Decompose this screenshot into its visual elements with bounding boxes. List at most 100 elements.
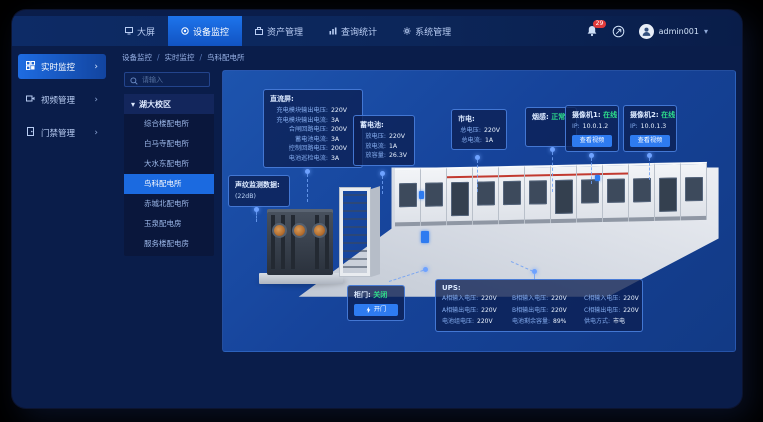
cabinet-door-panel: 柜门: 关闭 开门 — [347, 285, 405, 321]
switchgear-cabinet — [655, 162, 681, 221]
panel-title-row: 摄像机1: 在线 — [572, 110, 612, 120]
connector-line — [256, 212, 257, 222]
nav-item-device-monitor[interactable]: 设备监控 — [168, 16, 242, 46]
metric-label: 充电模块输出电压: — [270, 106, 328, 116]
tree-root-campus[interactable]: ▾ 湖大校区 — [124, 94, 214, 114]
sidebar-item-video-management[interactable]: 视频管理 › — [18, 87, 106, 112]
camera2-panel: 摄像机2: 在线 IP:10.0.1.3 查看视频 — [623, 105, 677, 152]
view-video-button[interactable]: 查看视频 — [630, 135, 670, 147]
tree-caret-icon: ▾ — [131, 100, 135, 109]
metric-label: 供电方式: — [584, 317, 610, 327]
avatar — [639, 24, 654, 39]
sidebar: 实时监控 › 视频管理 › 门禁管理 › — [12, 46, 112, 408]
metric-label: 充电模块输出电流: — [270, 116, 328, 126]
metric-value: 220V — [331, 106, 347, 116]
cabinet-window — [451, 182, 469, 216]
metric-value: 220V — [551, 294, 567, 304]
sidebar-item-access-control[interactable]: 门禁管理 › — [18, 120, 106, 145]
ip-label: IP: — [630, 122, 638, 132]
fullscreen-icon[interactable] — [612, 25, 625, 38]
breadcrumb-device-monitor[interactable]: 设备监控 — [122, 52, 152, 63]
sensor-device — [419, 191, 424, 199]
nav-label: 资产管理 — [267, 25, 303, 38]
door-label: 柜门: — [354, 291, 371, 299]
username: admin001 — [659, 27, 699, 36]
cabinet-window — [633, 178, 651, 202]
user-menu[interactable]: admin001 ▾ — [639, 24, 708, 39]
switchgear-cabinet — [577, 164, 603, 223]
metric-value: 3A — [331, 116, 339, 126]
nav-item-statistics[interactable]: 查询统计 — [316, 16, 390, 46]
metric-value: 200V — [331, 144, 347, 154]
nav-item-assets[interactable]: 资产管理 — [242, 16, 316, 46]
connector-dot — [589, 153, 594, 158]
panel-title: 市电: — [458, 114, 500, 124]
alarm-bell-icon[interactable]: 29 — [586, 25, 598, 37]
smoke-status: 正常 — [551, 113, 565, 121]
cabinet-window — [555, 180, 573, 214]
cabinet-window — [425, 182, 443, 206]
station-search — [124, 72, 210, 87]
tree-item-station[interactable]: 服务楼配电房 — [124, 234, 214, 254]
breadcrumb-realtime-monitor[interactable]: 实时监控 — [165, 52, 195, 63]
tree-item-station[interactable]: 赤城北配电所 — [124, 194, 214, 214]
metric-value: 220V — [389, 132, 405, 142]
connector-dot — [475, 155, 480, 160]
open-door-button[interactable]: 开门 — [354, 304, 398, 316]
tree-item-station[interactable]: 综合楼配电所 — [124, 114, 214, 134]
acoustic-monitor-panel: 声纹监测数据: (22dB) — [228, 175, 290, 207]
view-video-button[interactable]: 查看视频 — [572, 135, 612, 147]
nav-item-dashboard[interactable]: 大屏 — [112, 16, 168, 46]
cabinet-red-stripe — [499, 175, 524, 178]
panel-title-row: 柜门: 关闭 — [354, 290, 398, 300]
tree-item-station[interactable]: 大水东配电所 — [124, 154, 214, 174]
connector-dot — [550, 147, 555, 152]
metric-label: 放容量: — [360, 151, 386, 161]
breadcrumb-separator: / — [157, 53, 160, 62]
tree-item-station[interactable]: 白马寺配电所 — [124, 134, 214, 154]
dashboard-icon — [125, 27, 133, 35]
tree-item-station[interactable]: 玉泉配电房 — [124, 214, 214, 234]
metric-value: 3A — [331, 135, 339, 145]
camera1-ip: 10.0.1.2 — [583, 122, 609, 132]
asset-icon — [255, 27, 263, 35]
battery-panel: 蓄电池: 放电压:220V 放电流:1A 放容量:26.3V — [353, 115, 415, 166]
sidebar-item-realtime-monitor[interactable]: 实时监控 › — [18, 54, 106, 79]
metric-label: 总电流: — [458, 136, 482, 146]
ip-label: IP: — [572, 122, 580, 132]
topbar-right-cluster: 29 admin001 ▾ — [586, 16, 708, 46]
transformer-fin — [325, 215, 329, 269]
connector-dot — [254, 207, 259, 212]
nav-item-system[interactable]: 系统管理 — [390, 16, 464, 46]
metric-value: 220V — [484, 126, 500, 136]
metric-label: C相输出电压: — [584, 306, 620, 316]
tree-item-station-selected[interactable]: 鸟科配电所 — [124, 174, 214, 194]
tree-root-label: 湖大校区 — [139, 99, 171, 110]
connector-line — [477, 160, 478, 192]
panel-title: 直流屏: — [270, 94, 356, 104]
metric-value: 市电 — [613, 317, 625, 327]
search-input[interactable] — [142, 76, 204, 84]
panel-title: 摄像机2: — [630, 111, 659, 119]
chevron-right-icon: › — [94, 95, 98, 105]
connector-dot — [305, 169, 310, 174]
search-icon — [130, 70, 138, 89]
connector-dot — [380, 171, 385, 176]
switchgear-cabinet — [603, 163, 629, 222]
transformer-coil — [292, 223, 307, 238]
metric-label: 电池组电压: — [442, 317, 474, 327]
nav-label: 设备监控 — [193, 25, 229, 38]
chevron-right-icon: › — [94, 62, 98, 72]
ups-grid: A相输入电压:220V B相输入电压:220V C相输入电压:220V A相输出… — [442, 294, 636, 327]
metric-label: 蓄电池电流: — [270, 135, 328, 145]
connector-line — [307, 174, 308, 202]
camera1-panel: 摄像机1: 在线 IP:10.0.1.2 查看视频 — [565, 105, 619, 152]
open-door-label: 开门 — [374, 304, 386, 316]
metric-label: 放电流: — [360, 142, 386, 152]
switchgear-cabinet — [551, 165, 577, 224]
panel-title: 声纹监测数据: — [235, 180, 283, 190]
metric-label: A相输出电压: — [442, 306, 478, 316]
metric-value: 220V — [477, 317, 493, 327]
cabinet-window — [581, 179, 599, 203]
bolt-icon — [366, 306, 371, 314]
